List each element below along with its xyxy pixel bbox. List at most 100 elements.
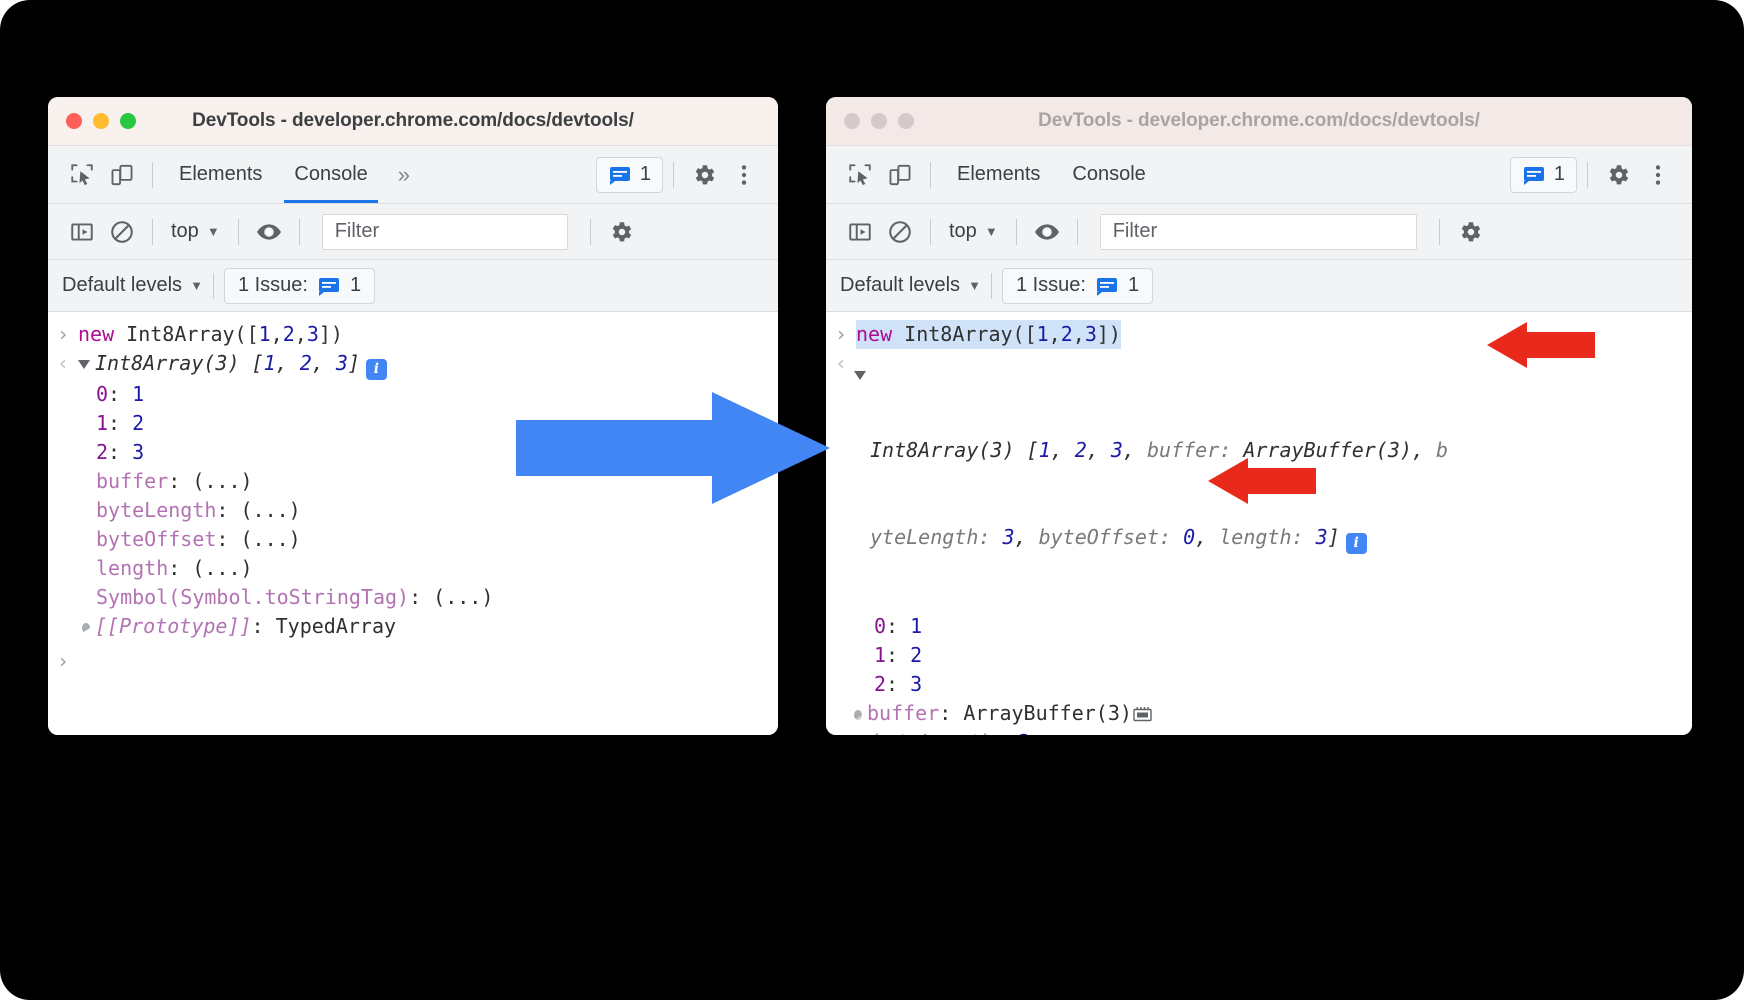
- property-line: Symbol(Symbol.toStringTag): (...): [96, 585, 494, 609]
- property-line: 0: 1: [96, 382, 145, 406]
- console-result-row[interactable]: ‹ Int8Array(3) [1, 2, 3] i: [48, 349, 778, 380]
- context-label: top: [171, 220, 199, 242]
- inspect-element-icon[interactable]: [62, 155, 102, 195]
- issues-chip-button[interactable]: 1 Issue: 1: [223, 267, 376, 304]
- chevron-down-icon: ▼: [984, 224, 998, 239]
- log-levels-label: Default levels: [62, 274, 183, 296]
- prototype-row[interactable]: [[Prototype]]: TypedArray: [48, 612, 778, 641]
- console-output-left[interactable]: › new Int8Array([1,2,3]) ‹ Int8Array(3) …: [48, 312, 778, 735]
- window-title: DevTools - developer.chrome.com/docs/dev…: [192, 110, 634, 131]
- info-badge-icon[interactable]: i: [365, 359, 387, 380]
- issues-message-icon: [1523, 166, 1544, 185]
- tab-elements[interactable]: Elements: [941, 146, 1056, 203]
- log-levels-label: Default levels: [840, 274, 961, 296]
- levelbar-divider: [212, 272, 214, 299]
- property-row-buffer[interactable]: buffer: ArrayBuffer(3): [826, 699, 1692, 728]
- prompt-marker: ›: [834, 322, 848, 346]
- chevron-down-icon: ▼: [190, 278, 203, 293]
- more-options-icon[interactable]: [724, 155, 764, 195]
- window-title: DevTools - developer.chrome.com/docs/dev…: [1038, 110, 1480, 131]
- console-levels-toolbar-left: Default levels ▼ 1 Issue: 1: [48, 260, 778, 312]
- console-settings-gear-icon[interactable]: [1450, 212, 1490, 252]
- issues-chip-label: 1 Issue:: [1015, 274, 1086, 296]
- settings-gear-icon[interactable]: [1598, 155, 1638, 195]
- property-row[interactable]: byteOffset: (...): [48, 525, 778, 554]
- filterbar-divider-4: [1438, 218, 1440, 245]
- live-expression-eye-icon[interactable]: [1027, 212, 1067, 252]
- live-expression-eye-icon[interactable]: [249, 212, 289, 252]
- console-filter-input[interactable]: Filter: [1099, 213, 1417, 250]
- property-row[interactable]: length: (...): [48, 554, 778, 583]
- issues-chip-button[interactable]: 1 Issue: 1: [1001, 267, 1154, 304]
- tab-elements[interactable]: Elements: [163, 146, 278, 203]
- console-settings-gear-icon[interactable]: [601, 212, 641, 252]
- log-levels-selector[interactable]: Default levels ▼: [840, 274, 981, 297]
- property-row[interactable]: 2: 3: [826, 670, 1692, 699]
- filterbar-divider: [930, 218, 931, 245]
- filterbar-divider-4: [589, 218, 591, 245]
- property-line: 1: 2: [96, 411, 145, 435]
- device-toolbar-icon[interactable]: [102, 155, 142, 195]
- console-sidebar-toggle-icon[interactable]: [62, 212, 102, 252]
- settings-gear-icon[interactable]: [684, 155, 724, 195]
- property-line: buffer: ArrayBuffer(3): [854, 699, 1152, 728]
- console-output-right[interactable]: › new Int8Array([1,2,3]) ‹ Int8Array(3) …: [826, 312, 1692, 735]
- console-input-row[interactable]: › new Int8Array([1,2,3]): [48, 320, 778, 349]
- issues-message-icon: [609, 166, 630, 185]
- console-input-expression: new Int8Array([1,2,3]): [78, 322, 343, 346]
- devtools-tabbar-left: Elements Console » 1: [48, 146, 778, 204]
- filterbar-divider-2: [237, 218, 239, 245]
- result-header[interactable]: Int8Array(3) [1, 2, 3] i: [78, 349, 387, 380]
- filterbar-divider-3: [298, 218, 300, 245]
- toolbar-divider: [930, 161, 931, 188]
- issues-counter-button[interactable]: 1: [595, 156, 663, 193]
- console-prompt-row[interactable]: ›: [48, 647, 778, 676]
- property-line: byteLength: (...): [96, 498, 301, 522]
- console-sidebar-toggle-icon[interactable]: [840, 212, 880, 252]
- property-row[interactable]: 1: 2: [826, 641, 1692, 670]
- console-filter-toolbar-right: top ▼ Filter: [826, 204, 1692, 260]
- execution-context-selector[interactable]: top ▼: [941, 220, 1006, 243]
- console-input-expression: new Int8Array([1,2,3]): [856, 320, 1121, 349]
- memory-inspector-icon[interactable]: [1133, 702, 1152, 722]
- property-line: 1: 2: [874, 643, 923, 667]
- tab-console[interactable]: Console: [278, 146, 383, 203]
- execution-context-selector[interactable]: top ▼: [163, 220, 228, 243]
- expand-triangle-icon[interactable]: [854, 371, 866, 380]
- prompt-marker: ›: [56, 322, 70, 346]
- inspect-element-icon[interactable]: [840, 155, 880, 195]
- more-tabs-icon[interactable]: »: [384, 162, 424, 188]
- property-row[interactable]: 0: 1: [826, 612, 1692, 641]
- toolbar-divider-2: [673, 161, 674, 188]
- output-marker: ‹: [834, 351, 848, 375]
- callout-arrow-2: [1208, 458, 1316, 504]
- device-toolbar-icon[interactable]: [880, 155, 920, 195]
- console-filter-input[interactable]: Filter: [321, 213, 568, 250]
- issues-counter-button[interactable]: 1: [1509, 156, 1577, 193]
- expand-triangle-icon[interactable]: [82, 622, 90, 633]
- property-line: 0: 1: [874, 614, 923, 638]
- clear-console-icon[interactable]: [102, 212, 142, 252]
- property-row[interactable]: byteLength: 3: [826, 728, 1692, 735]
- levelbar-divider: [990, 272, 992, 299]
- issues-message-icon: [1096, 277, 1117, 296]
- callout-arrow-1: [1487, 322, 1595, 368]
- tab-console[interactable]: Console: [1056, 146, 1161, 203]
- issues-chip-count: 1: [349, 274, 362, 296]
- more-options-icon[interactable]: [1638, 155, 1678, 195]
- property-row[interactable]: Symbol(Symbol.toStringTag): (...): [48, 583, 778, 612]
- property-line: length: (...): [96, 556, 253, 580]
- info-badge-icon[interactable]: i: [1345, 533, 1367, 554]
- result-header[interactable]: Int8Array(3) [1, 2, 3, buffer: ArrayBuff…: [854, 349, 1449, 612]
- output-marker: ‹: [56, 351, 70, 375]
- expand-triangle-icon[interactable]: [854, 709, 862, 720]
- result-line-1: Int8Array(3) [1, 2, 3, buffer: ArrayBuff…: [870, 438, 1449, 462]
- expand-triangle-icon[interactable]: [78, 360, 90, 369]
- clear-console-icon[interactable]: [880, 212, 920, 252]
- context-label: top: [949, 220, 977, 242]
- log-levels-selector[interactable]: Default levels ▼: [62, 274, 203, 297]
- property-line: buffer: (...): [96, 469, 253, 493]
- prototype-line: [[Prototype]]: TypedArray: [82, 612, 396, 641]
- result-line-2: yteLength: 3, byteOffset: 0, length: 3] i: [856, 523, 1448, 554]
- filterbar-divider-2: [1015, 218, 1017, 245]
